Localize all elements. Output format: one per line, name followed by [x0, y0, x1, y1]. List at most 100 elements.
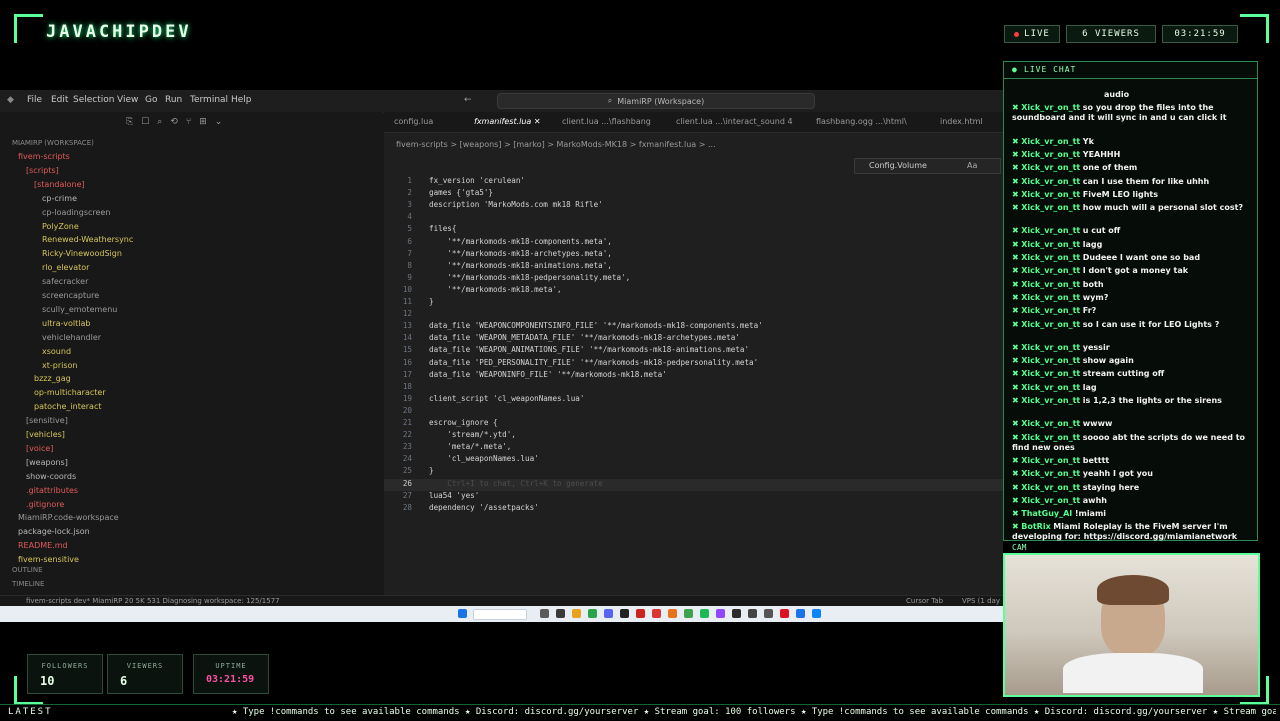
tree-item[interactable]: fivem-scripts: [18, 152, 70, 161]
editor-tab[interactable]: flashbang.ogg ...\html\: [816, 117, 907, 126]
chat-message: ✖ Xick_vr_on_tt betttt: [1012, 456, 1248, 466]
match-case-icon[interactable]: Aa: [967, 161, 977, 170]
line-number: 9: [407, 272, 412, 282]
menu-help[interactable]: Help: [231, 95, 252, 105]
taskbar-app-icon[interactable]: [732, 609, 741, 618]
taskbar-app-icon[interactable]: [748, 609, 757, 618]
editor-tab[interactable]: client.lua ...\flashbang: [562, 117, 651, 126]
editor-tab[interactable]: fxmanifest.lua ✕: [474, 117, 541, 126]
editor-tab[interactable]: config.lua: [394, 117, 433, 126]
taskbar-app-icon[interactable]: [652, 609, 661, 618]
tree-item[interactable]: [scripts]: [26, 166, 59, 175]
tree-item[interactable]: [vehicles]: [26, 430, 65, 439]
tree-item[interactable]: screencapture: [42, 291, 99, 300]
tree-item[interactable]: safecracker: [42, 277, 88, 286]
chat-username: Xick_vr_on_tt: [1021, 136, 1081, 146]
taskbar-app-icon[interactable]: [636, 609, 645, 618]
tree-item[interactable]: fivem-sensitive: [18, 555, 79, 564]
tree-item[interactable]: PolyZone: [42, 222, 79, 231]
menu-selection[interactable]: Selection: [73, 95, 114, 105]
platform-icon: ✖: [1012, 522, 1022, 532]
taskbar-app-icon[interactable]: [764, 609, 773, 618]
platform-icon: ✖: [1012, 292, 1022, 302]
tree-item[interactable]: README.md: [18, 541, 68, 550]
menu-edit[interactable]: Edit: [51, 95, 68, 105]
tree-item[interactable]: patoche_interact: [34, 402, 101, 411]
platform-icon: ✖: [1012, 266, 1022, 276]
status-vps[interactable]: VPS (1 day: [962, 597, 1000, 605]
menu-view[interactable]: View: [117, 95, 138, 105]
status-left[interactable]: fivem-scripts dev* MiamiRP 20 5K 531 Dia…: [26, 597, 280, 605]
outline-section[interactable]: OUTLINE: [12, 566, 43, 574]
platform-icon: ✖: [1012, 419, 1022, 429]
tree-item[interactable]: rlo_elevator: [42, 263, 89, 272]
taskbar-app-icon[interactable]: [620, 609, 629, 618]
line-content: }: [429, 297, 434, 306]
taskbar-app-icon[interactable]: [700, 609, 709, 618]
tree-item[interactable]: Renewed-Weathersync: [42, 235, 133, 244]
taskbar-app-icon[interactable]: [684, 609, 693, 618]
tree-item[interactable]: cp-crime: [42, 194, 77, 203]
menu-file[interactable]: File: [27, 95, 42, 105]
taskbar-app-icon[interactable]: [540, 609, 549, 618]
taskbar-app-icon[interactable]: [796, 609, 805, 618]
editor-tab[interactable]: index.html: [940, 117, 983, 126]
tree-item[interactable]: xsound: [42, 347, 71, 356]
timeline-section[interactable]: TIMELINE: [12, 580, 44, 588]
menu-run[interactable]: Run: [165, 95, 182, 105]
platform-icon: ✖: [1012, 509, 1022, 519]
line-content: 'meta/*.meta',: [429, 442, 512, 452]
tree-item[interactable]: .gitignore: [26, 500, 64, 509]
followers-stat: FOLLOWERS 10: [27, 654, 103, 694]
taskbar-app-icon[interactable]: [668, 609, 677, 618]
start-icon[interactable]: [458, 609, 467, 618]
tree-item[interactable]: cp-loadingscreen: [42, 208, 110, 217]
chat-text: yessir: [1082, 342, 1110, 352]
tree-item[interactable]: scully_emotemenu: [42, 305, 117, 314]
line-content: lua54 'yes': [429, 490, 480, 500]
tree-item[interactable]: vehiclehandler: [42, 333, 101, 342]
tree-item[interactable]: bzzz_gag: [34, 374, 71, 383]
back-arrow-icon[interactable]: ←: [464, 95, 472, 105]
status-cursor-tab[interactable]: Cursor Tab: [906, 597, 943, 605]
breadcrumb[interactable]: fivem-scripts > [weapons] > [marko] > Ma…: [396, 140, 716, 149]
tree-item[interactable]: op-multicharacter: [34, 388, 106, 397]
tree-item[interactable]: [sensitive]: [26, 416, 68, 425]
tree-item[interactable]: package-lock.json: [18, 527, 90, 536]
tree-item[interactable]: .gitattributes: [26, 486, 78, 495]
tree-item[interactable]: MiamiRP.code-workspace: [18, 513, 119, 522]
tree-item[interactable]: [standalone]: [34, 180, 85, 189]
menu-go[interactable]: Go: [145, 95, 157, 105]
chat-message: ✖ Xick_vr_on_tt soooo abt the scripts do…: [1012, 433, 1248, 453]
workspace-label[interactable]: MIAMIRP (WORKSPACE): [12, 139, 94, 147]
command-center-search[interactable]: ⌕ MiamiRP (Workspace): [497, 93, 815, 109]
tree-item[interactable]: xt-prison: [42, 361, 77, 370]
find-input[interactable]: Config.Volume: [869, 161, 927, 170]
chat-username: BotRix: [1021, 522, 1051, 532]
taskbar-app-icon[interactable]: [716, 609, 725, 618]
tree-item[interactable]: [weapons]: [26, 458, 68, 467]
line-content: escrow_ignore {: [429, 418, 498, 427]
taskbar-app-icon[interactable]: [572, 609, 581, 618]
line-number: 25: [402, 466, 412, 476]
chat-text: lagg: [1082, 239, 1103, 249]
editor-tab[interactable]: client.lua ...\interact_sound 4: [676, 117, 793, 126]
close-tab-icon[interactable]: ✕: [531, 117, 541, 126]
tree-item[interactable]: show-coords: [26, 472, 76, 481]
line-content: description 'MarkoMods.com mk18 Rifle': [429, 200, 603, 210]
tree-item[interactable]: [voice]: [26, 444, 53, 453]
find-widget[interactable]: Config.Volume Aa: [854, 158, 1001, 174]
taskbar-app-icon[interactable]: [604, 609, 613, 618]
taskbar-search-icon[interactable]: [473, 609, 527, 620]
followers-stat-value: 10: [40, 674, 55, 688]
tree-item[interactable]: Ricky-VinewoodSign: [42, 249, 122, 258]
taskbar-app-icon[interactable]: [588, 609, 597, 618]
taskbar-app-icon[interactable]: [812, 609, 821, 618]
taskbar-app-icon[interactable]: [556, 609, 565, 618]
tree-item[interactable]: ultra-voltlab: [42, 319, 90, 328]
code-line[interactable]: 26 Ctrl+I to chat, Ctrl+K to generate: [384, 478, 1003, 491]
menu-terminal[interactable]: Terminal: [190, 95, 228, 105]
taskbar-app-icon[interactable]: [780, 609, 789, 618]
code-view[interactable]: 1 fx_version 'cerulean' 2 games {'gta5'} 3 de…: [384, 176, 1003, 576]
editor-tab-label: flashbang.ogg ...\html\: [816, 117, 907, 126]
